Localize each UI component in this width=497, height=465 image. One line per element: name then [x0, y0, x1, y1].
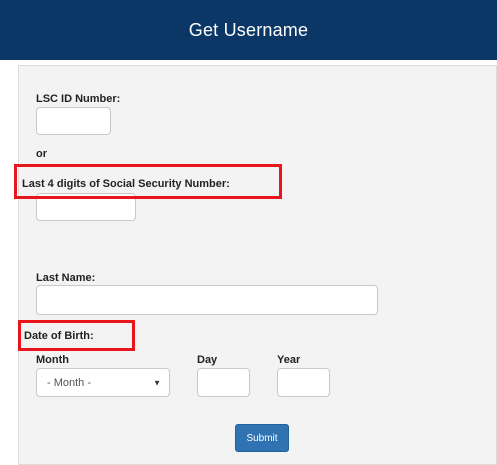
lsc-id-label: LSC ID Number:	[36, 93, 121, 105]
last-name-input[interactable]	[36, 285, 378, 315]
page-header: Get Username	[0, 0, 497, 60]
day-input[interactable]	[197, 368, 250, 397]
ssn-label: Last 4 digits of Social Security Number:	[22, 178, 230, 190]
lsc-id-input[interactable]	[36, 107, 111, 135]
dropdown-arrow-icon: ▼	[153, 378, 161, 387]
submit-button[interactable]: Submit	[235, 424, 289, 452]
page-title: Get Username	[188, 19, 309, 40]
dob-label: Date of Birth:	[24, 330, 94, 342]
month-select-value: - Month -	[47, 376, 92, 389]
month-label: Month	[36, 354, 69, 366]
year-input[interactable]	[277, 368, 330, 397]
or-text: or	[36, 148, 47, 160]
year-label: Year	[277, 354, 301, 366]
day-label: Day	[197, 354, 218, 366]
month-select[interactable]: - Month - ▼	[36, 368, 170, 397]
ssn-input[interactable]	[36, 193, 136, 221]
last-name-label: Last Name:	[36, 272, 96, 284]
